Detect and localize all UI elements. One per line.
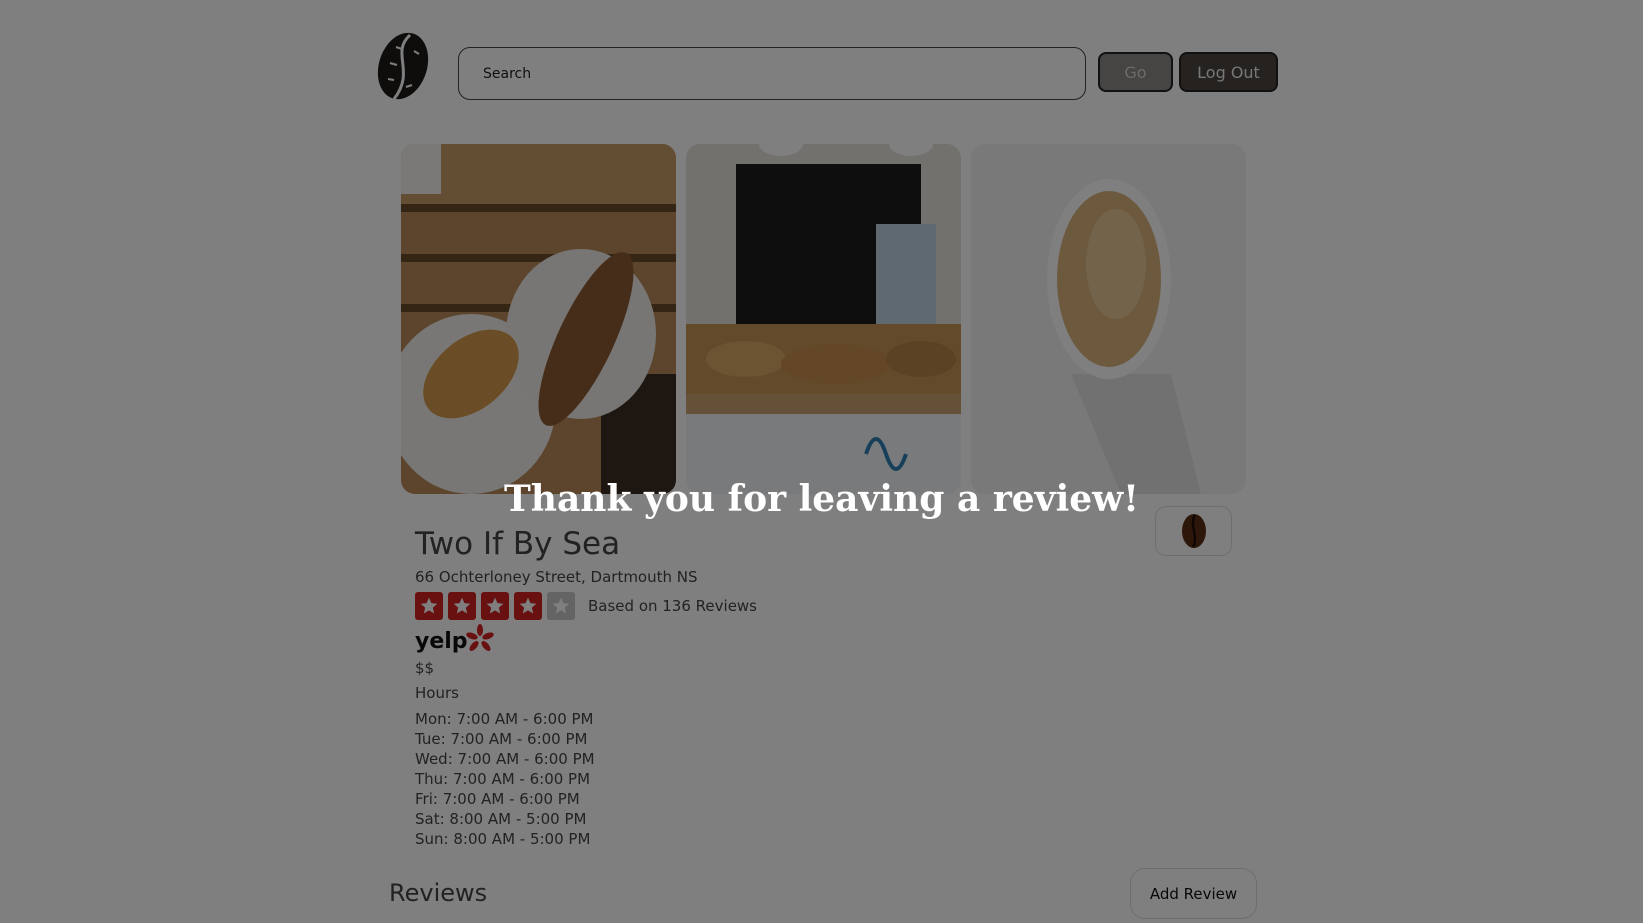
modal-overlay[interactable] <box>0 0 1643 923</box>
review-thank-you-message: Thank you for leaving a review! <box>504 478 1139 520</box>
